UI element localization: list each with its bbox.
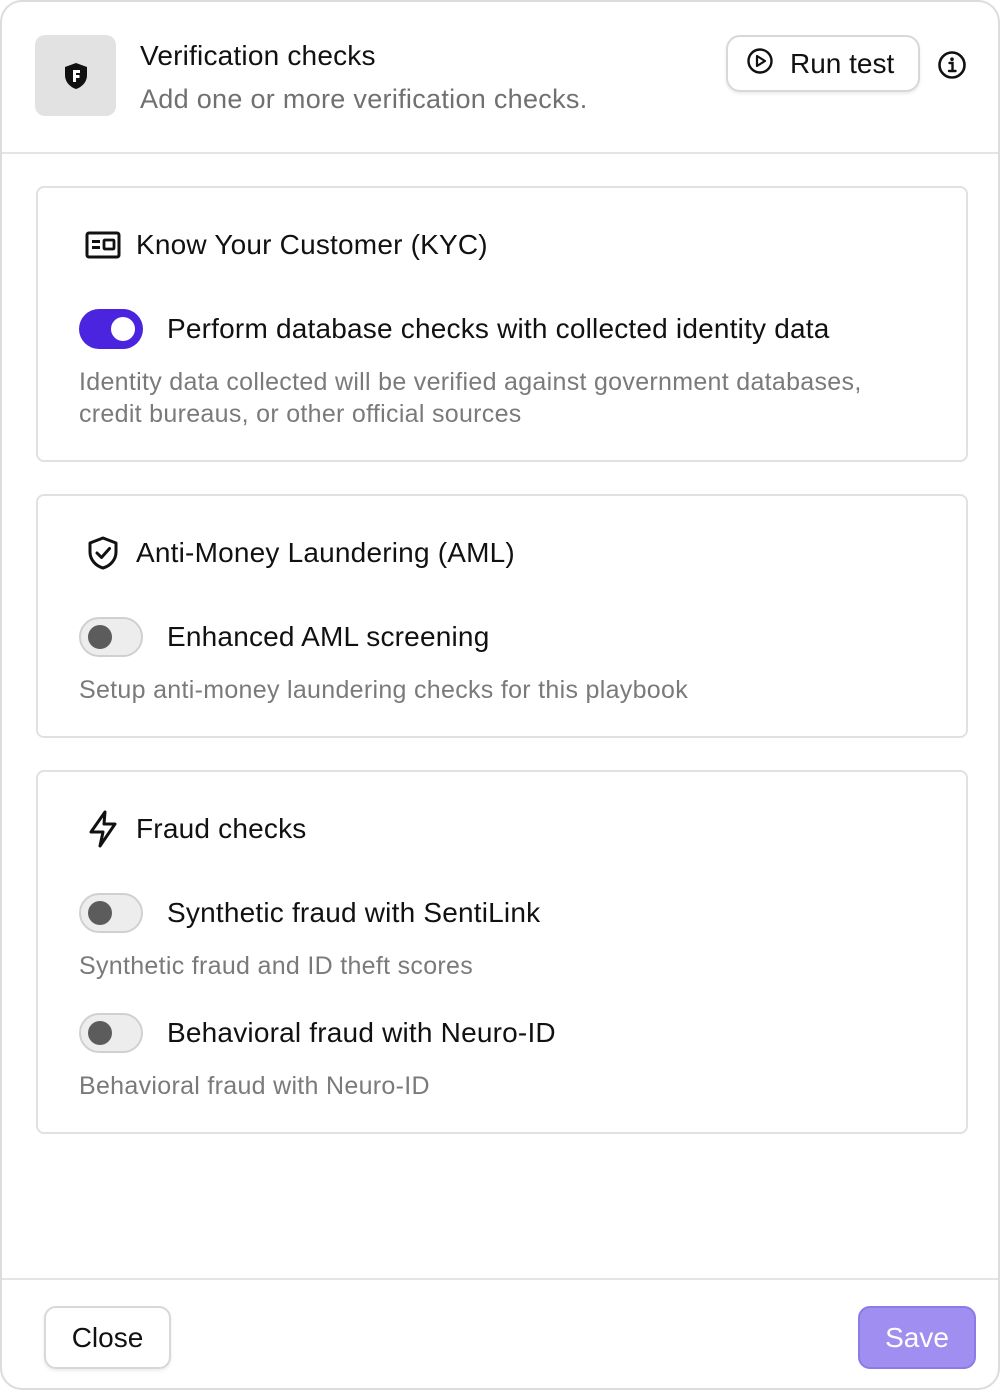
- panel-footer: Close Save: [2, 1278, 998, 1388]
- sentilink-label: Synthetic fraud with SentiLink: [167, 897, 541, 928]
- kyc-database-check-label: Perform database checks with collected i…: [167, 313, 830, 344]
- aml-title: Anti-Money Laundering (AML): [136, 537, 515, 568]
- aml-enhanced-screening-toggle[interactable]: [79, 617, 143, 657]
- kyc-header: Know Your Customer (KYC): [84, 226, 488, 264]
- neuro-id-toggle[interactable]: [79, 1013, 143, 1053]
- kyc-card: Know Your Customer (KYC) Perform databas…: [36, 186, 968, 462]
- fraud-card: Fraud checks Synthetic fraud with SentiL…: [36, 770, 968, 1134]
- shield-f-logo-icon: [35, 35, 116, 116]
- fraud-title: Fraud checks: [136, 813, 307, 844]
- aml-header: Anti-Money Laundering (AML): [84, 534, 515, 572]
- save-button[interactable]: Save: [858, 1306, 976, 1369]
- shield-check-icon: [84, 534, 122, 572]
- panel-header: Verification checks Add one or more veri…: [2, 2, 998, 154]
- neuro-id-row: Behavioral fraud with Neuro-ID: [79, 1013, 556, 1053]
- kyc-database-check-description: Identity data collected will be verified…: [79, 368, 862, 428]
- verification-checks-panel: Verification checks Add one or more veri…: [0, 0, 1000, 1390]
- aml-enhanced-screening-description: Setup anti-money laundering checks for t…: [79, 676, 688, 704]
- panel-subtitle: Add one or more verification checks.: [140, 84, 588, 114]
- sentilink-row: Synthetic fraud with SentiLink: [79, 893, 540, 933]
- run-test-button[interactable]: Run test: [726, 35, 920, 92]
- aml-enhanced-screening-row: Enhanced AML screening: [79, 617, 489, 657]
- aml-enhanced-screening-label: Enhanced AML screening: [167, 621, 490, 652]
- close-button[interactable]: Close: [44, 1306, 171, 1369]
- aml-card: Anti-Money Laundering (AML) Enhanced AML…: [36, 494, 968, 738]
- neuro-id-label: Behavioral fraud with Neuro-ID: [167, 1017, 556, 1048]
- kyc-database-check-toggle[interactable]: [79, 309, 143, 349]
- id-card-icon: [84, 226, 122, 264]
- panel-title: Verification checks: [140, 40, 376, 71]
- kyc-database-check-row: Perform database checks with collected i…: [79, 309, 830, 349]
- play-circle-icon: [746, 47, 774, 80]
- sentilink-description: Synthetic fraud and ID theft scores: [79, 952, 474, 980]
- lightning-bolt-icon: [84, 810, 122, 848]
- neuro-id-description: Behavioral fraud with Neuro-ID: [79, 1072, 430, 1100]
- run-test-label: Run test: [790, 47, 895, 79]
- fraud-header: Fraud checks: [84, 810, 306, 848]
- sentilink-toggle[interactable]: [79, 893, 143, 933]
- info-circle-icon[interactable]: [935, 48, 969, 82]
- kyc-title: Know Your Customer (KYC): [136, 229, 488, 260]
